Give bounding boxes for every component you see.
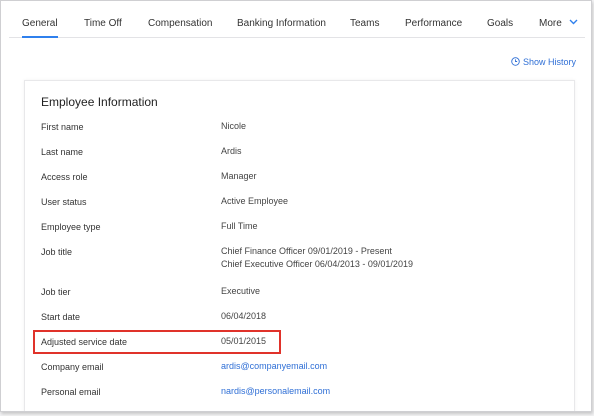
- employee-information-card: Employee Information First name Nicole L…: [24, 80, 575, 411]
- start-date-value: 06/04/2018: [221, 311, 267, 321]
- tab-bar: General Time Off Compensation Banking In…: [9, 1, 585, 38]
- first-name-label: First name: [41, 122, 84, 132]
- job-title-previous: Chief Executive Officer 06/04/2013 - 09/…: [221, 259, 413, 269]
- company-email-link[interactable]: ardis@companyemail.com: [221, 360, 327, 373]
- job-title-current: Chief Finance Officer 09/01/2019 - Prese…: [221, 246, 392, 256]
- section-title: Employee Information: [41, 95, 158, 109]
- first-name-value: Nicole: [221, 121, 247, 131]
- show-history-link[interactable]: Show History: [511, 57, 576, 67]
- show-history-label: Show History: [523, 57, 577, 67]
- employee-type-value: Full Time: [221, 221, 258, 231]
- company-email-label: Company email: [41, 362, 104, 372]
- last-name-value: Ardis: [221, 146, 242, 156]
- job-title-label: Job title: [41, 247, 73, 257]
- app-window: General Time Off Compensation Banking In…: [0, 0, 592, 412]
- tab-banking-information[interactable]: Banking Information: [237, 1, 326, 38]
- user-status-label: User status: [41, 197, 87, 207]
- adjusted-service-date-label: Adjusted service date: [41, 337, 128, 347]
- job-tier-label: Job tier: [41, 287, 71, 297]
- job-title-value: Chief Finance Officer 09/01/2019 - Prese…: [221, 245, 413, 271]
- job-tier-value: Executive: [221, 286, 261, 296]
- tab-more[interactable]: More: [539, 1, 578, 38]
- access-role-label: Access role: [41, 172, 88, 182]
- chevron-down-icon: [569, 19, 578, 25]
- tab-teams[interactable]: Teams: [350, 1, 379, 38]
- user-status-value: Active Employee: [221, 196, 289, 206]
- tab-more-label: More: [539, 18, 562, 29]
- employee-type-label: Employee type: [41, 222, 101, 232]
- tab-compensation[interactable]: Compensation: [148, 1, 212, 38]
- tab-general[interactable]: General: [22, 1, 58, 38]
- last-name-label: Last name: [41, 147, 84, 157]
- tab-performance[interactable]: Performance: [405, 1, 462, 38]
- tab-goals[interactable]: Goals: [487, 1, 513, 38]
- personal-email-label: Personal email: [41, 387, 101, 397]
- access-role-value: Manager: [221, 171, 257, 181]
- tab-time-off[interactable]: Time Off: [84, 1, 122, 38]
- personal-email-link[interactable]: nardis@personalemail.com: [221, 385, 330, 398]
- clock-icon: [511, 57, 520, 66]
- start-date-label: Start date: [41, 312, 81, 322]
- adjusted-service-date-value: 05/01/2015: [221, 336, 267, 346]
